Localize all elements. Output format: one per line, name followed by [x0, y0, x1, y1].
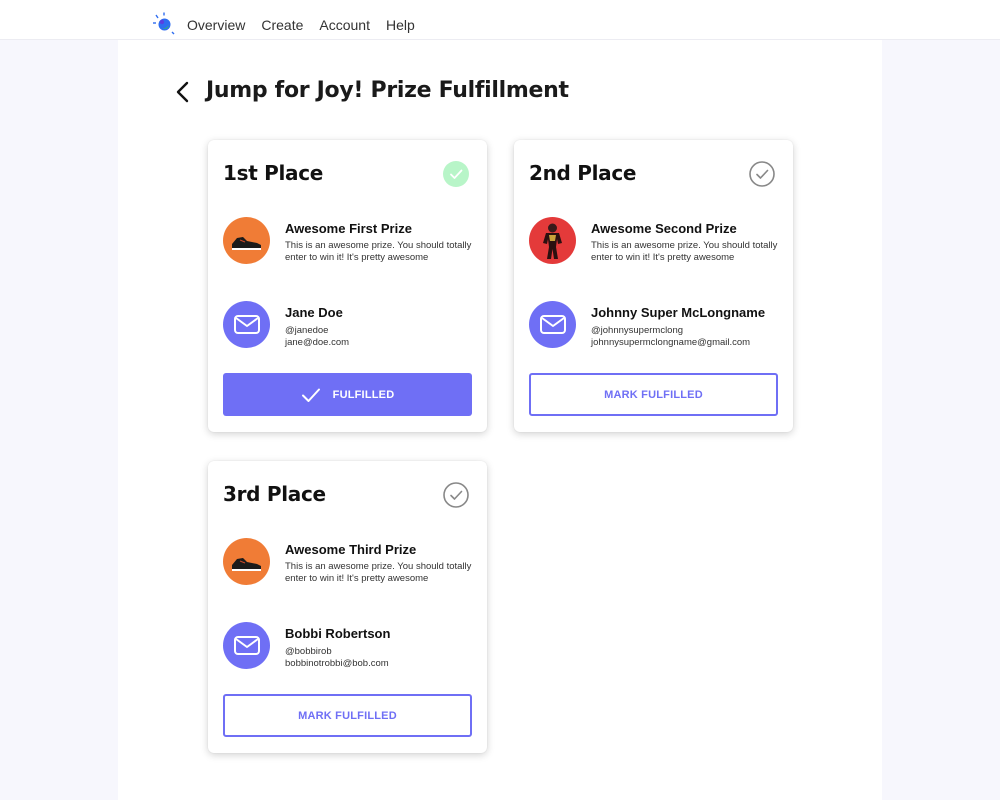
winner-handle: @janedoe: [285, 325, 329, 336]
nav-help[interactable]: Help: [386, 16, 415, 34]
prize-description: This is an awesome prize. You should tot…: [285, 561, 472, 584]
sneaker-icon: [232, 237, 261, 250]
check-circle-filled-icon: [443, 161, 469, 187]
nav-account[interactable]: Account: [319, 16, 370, 34]
winner-name: Bobbi Robertson: [285, 626, 391, 641]
winner-email: johnnysupermclongname@gmail.com: [591, 337, 751, 348]
mark-fulfilled-button[interactable]: MARK FULFILLED: [529, 373, 778, 416]
prize-card-3rd-place: 3rd Place Awesome Third Prize This is an…: [208, 461, 487, 753]
winner-handle: @johnnysupermclong: [591, 325, 684, 336]
page-title: Jump for Joy! Prize Fulfillment: [206, 78, 569, 103]
winner-avatar: [223, 622, 270, 669]
nav-overview[interactable]: Overview: [187, 16, 245, 34]
button-label: MARK FULFILLED: [604, 388, 703, 401]
sneaker-icon: [232, 558, 261, 571]
checkmark-icon: [301, 388, 320, 402]
winner-email: bobbinotrobbi@bob.com: [285, 658, 389, 669]
winner-avatar: [529, 301, 576, 348]
main-nav: Overview Create Account Help: [187, 16, 415, 34]
prize-avatar: [223, 538, 270, 585]
prize-avatar: [529, 217, 576, 264]
mail-icon: [540, 315, 566, 334]
top-nav-bar: Overview Create Account Help: [0, 0, 1000, 40]
check-circle-outline-icon[interactable]: [749, 161, 775, 187]
prize-description: This is an awesome prize. You should tot…: [285, 240, 472, 263]
winner-name: Jane Doe: [285, 305, 343, 320]
button-label: MARK FULFILLED: [298, 709, 397, 722]
prize-name: Awesome Third Prize: [285, 542, 417, 557]
prize-avatar: [223, 217, 270, 264]
logo-icon[interactable]: [152, 12, 176, 36]
armored-figure-icon: [543, 223, 562, 259]
card-title: 3rd Place: [223, 482, 326, 506]
mail-icon: [234, 315, 260, 334]
button-label: FULFILLED: [332, 388, 395, 401]
winner-avatar: [223, 301, 270, 348]
prize-description: This is an awesome prize. You should tot…: [591, 240, 778, 263]
prize-name: Awesome First Prize: [285, 221, 412, 236]
card-title: 2nd Place: [529, 161, 637, 185]
prize-card-2nd-place: 2nd Place Awesome Second Prize This is a…: [514, 140, 793, 432]
mark-fulfilled-button[interactable]: MARK FULFILLED: [223, 694, 472, 737]
winner-name: Johnny Super McLongname: [591, 305, 766, 320]
back-arrow-icon[interactable]: [172, 80, 194, 104]
nav-create[interactable]: Create: [261, 16, 303, 34]
card-title: 1st Place: [223, 161, 324, 185]
winner-email: jane@doe.com: [285, 337, 350, 348]
check-circle-outline-icon[interactable]: [443, 482, 469, 508]
fulfilled-button[interactable]: FULFILLED: [223, 373, 472, 416]
prize-name: Awesome Second Prize: [591, 221, 737, 236]
winner-handle: @bobbirob: [285, 646, 332, 657]
prize-card-1st-place: 1st Place Awesome First Prize This is an…: [208, 140, 487, 432]
mail-icon: [234, 636, 260, 655]
